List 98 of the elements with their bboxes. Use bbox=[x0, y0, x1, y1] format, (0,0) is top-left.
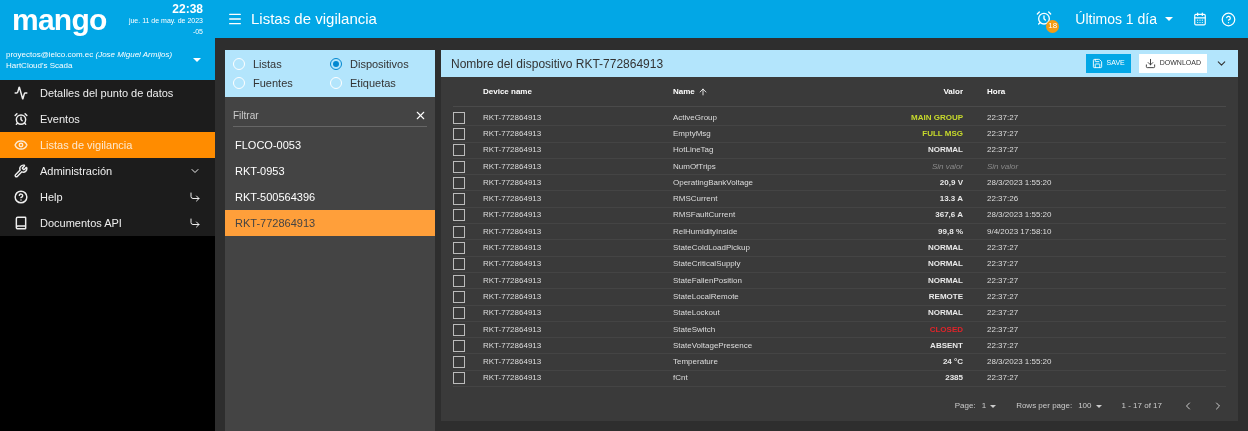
table-cell-text: StateColdLoadPickup bbox=[673, 242, 751, 254]
device-item[interactable]: RKT-500564396 bbox=[225, 184, 435, 210]
table-cell-text: RKT-772864913 bbox=[483, 307, 543, 320]
table-cell: NORMAL bbox=[927, 307, 963, 320]
clock-time: 22:38 bbox=[172, 3, 203, 15]
table-cell: 13.3 A bbox=[939, 193, 963, 206]
table-cell: Sin valor bbox=[931, 160, 963, 173]
table-cell-text: RKT-772864913 bbox=[483, 176, 543, 189]
table-cell: 22:37:27 bbox=[987, 274, 1019, 287]
table-cell: NORMAL bbox=[927, 274, 963, 287]
table-cell: 24 °C bbox=[942, 356, 963, 369]
table-cell: 99,8 % bbox=[938, 225, 963, 238]
user-email: proyectos@ielco.com.ec (Jose Miguel Armijos) bbox=[6, 49, 173, 60]
table-cell-text: RKT-772864913 bbox=[483, 209, 543, 222]
table-cell: 9/4/2023 17:58:10 bbox=[987, 225, 1052, 238]
table-cell: NORMAL bbox=[927, 258, 963, 271]
radio-option[interactable]: Dispositivos bbox=[330, 54, 427, 74]
menu-item[interactable]: Eventos bbox=[0, 106, 215, 132]
table-cell: FULL MSG bbox=[922, 127, 963, 140]
table-cell: 28/3/2023 1:55:20 bbox=[987, 176, 1052, 189]
page-dropdown[interactable]: 1 bbox=[981, 400, 997, 412]
table-cell-text: StateCriticalSupply bbox=[673, 258, 742, 271]
table-cell: 22:37:27 bbox=[987, 323, 1019, 336]
table-cell-text: RKT-772864913 bbox=[483, 356, 543, 369]
table-cell-text: RKT-772864913 bbox=[483, 127, 543, 140]
table-cell: 20,9 V bbox=[939, 176, 963, 189]
page-title: Listas de vigilancia bbox=[251, 8, 378, 29]
table-cell: 22:37:27 bbox=[987, 127, 1019, 140]
rows-per-page-label: Rows per page: bbox=[1016, 400, 1073, 412]
table-cell: REMOTE bbox=[928, 290, 963, 303]
panel-title: Nombre del dispositivo RKT-772864913 bbox=[451, 55, 665, 73]
table-cell-text: Temperature bbox=[673, 356, 719, 369]
device-item[interactable]: RKT-0953 bbox=[225, 158, 435, 184]
table-cell: 22:37:27 bbox=[987, 258, 1019, 271]
table-cell: 22:37:27 bbox=[987, 111, 1019, 124]
table-cell-text: EmptyMsg bbox=[673, 127, 712, 140]
table-cell-text: RKT-772864913 bbox=[483, 323, 543, 336]
logo: mango bbox=[12, 5, 107, 35]
table-cell-text: StateSwitch bbox=[673, 323, 717, 336]
site-name: HartCloud's Scada bbox=[6, 60, 74, 71]
device-item[interactable]: RKT-772864913 bbox=[225, 210, 435, 236]
menu-item[interactable]: Administración bbox=[0, 158, 215, 184]
table-cell-text: RKT-772864913 bbox=[483, 242, 543, 254]
table-cell-text: RKT-772864913 bbox=[483, 193, 543, 206]
radio-option[interactable]: Fuentes bbox=[233, 73, 330, 93]
table-cell-text: RKT-772864913 bbox=[483, 274, 543, 287]
table-cell: 22:37:27 bbox=[987, 242, 1019, 254]
device-item[interactable]: FLOCO-0053 bbox=[225, 132, 435, 158]
menu-item[interactable]: Documentos API bbox=[0, 210, 215, 236]
column-header[interactable]: Name bbox=[673, 85, 893, 98]
table-cell-text: RKT-772864913 bbox=[483, 290, 543, 303]
table-cell: NORMAL bbox=[927, 144, 963, 157]
table-cell: 367,6 A bbox=[935, 209, 963, 222]
page-range: 1 - 17 of 17 bbox=[1121, 400, 1162, 412]
table-cell-text: RKT-772864913 bbox=[483, 372, 543, 385]
table-cell-text: RKT-772864913 bbox=[483, 225, 543, 238]
table-cell-text: RKT-772864913 bbox=[483, 160, 543, 173]
radio-option[interactable]: Listas bbox=[233, 54, 330, 74]
table-cell-text: StateVoltagePresence bbox=[673, 339, 754, 352]
table-cell: 2385 bbox=[945, 372, 963, 385]
table-cell-text: RKT-772864913 bbox=[483, 111, 543, 124]
table-cell-text: StateLockout bbox=[673, 307, 721, 320]
table-cell-text: StateLocalRemote bbox=[673, 290, 740, 303]
table-cell-text: fCnt bbox=[673, 372, 689, 385]
table-cell-text: RKT-772864913 bbox=[483, 144, 543, 157]
menu-item[interactable]: Help bbox=[0, 184, 215, 210]
rows-per-page-dropdown[interactable]: 100 bbox=[1078, 400, 1102, 412]
table-cell: 22:37:27 bbox=[987, 290, 1019, 303]
column-header[interactable]: Device name bbox=[483, 85, 673, 98]
table-cell-text: RKT-772864913 bbox=[483, 339, 543, 352]
filter-field[interactable]: Filtrar bbox=[233, 108, 414, 123]
table-cell: 22:37:27 bbox=[987, 144, 1019, 157]
table-cell-text: RelHumidityInside bbox=[673, 225, 739, 238]
table-cell: 22:37:26 bbox=[987, 193, 1019, 206]
table-cell-text: HotLineTag bbox=[673, 144, 715, 157]
table-cell-text: NumOfTrips bbox=[673, 160, 717, 173]
column-header[interactable]: Valor bbox=[893, 85, 963, 98]
column-header[interactable]: Hora bbox=[987, 85, 1006, 98]
table-cell: ABSENT bbox=[930, 339, 963, 352]
table-cell-text: RMSFaultCurrent bbox=[673, 209, 737, 222]
alarm-count-badge: 18 bbox=[1046, 19, 1060, 33]
menu-item[interactable]: Detalles del punto de datos bbox=[0, 80, 215, 106]
page-label: Page: bbox=[954, 400, 976, 412]
table-cell-text: RMSCurrent bbox=[673, 193, 719, 206]
table-cell: NORMAL bbox=[927, 242, 963, 254]
table-cell-text: OperatingBankVoltage bbox=[673, 176, 755, 189]
table-cell-text: ActiveGroup bbox=[673, 111, 719, 124]
table-cell: 22:37:27 bbox=[987, 339, 1019, 352]
table-cell: CLOSED bbox=[929, 323, 963, 336]
table-cell: 28/3/2023 1:55:20 bbox=[987, 356, 1052, 369]
table-cell: 22:37:27 bbox=[987, 307, 1019, 320]
radio-option[interactable]: Etiquetas bbox=[330, 73, 427, 93]
table-cell: MAIN GROUP bbox=[911, 111, 963, 124]
table-cell: 22:37:27 bbox=[987, 372, 1019, 385]
table-cell: Sin valor bbox=[987, 160, 1019, 173]
table-cell-text: RKT-772864913 bbox=[483, 258, 543, 271]
table-cell: 28/3/2023 1:55:20 bbox=[987, 209, 1052, 222]
table-cell-text: StateFallenPosition bbox=[673, 274, 743, 287]
